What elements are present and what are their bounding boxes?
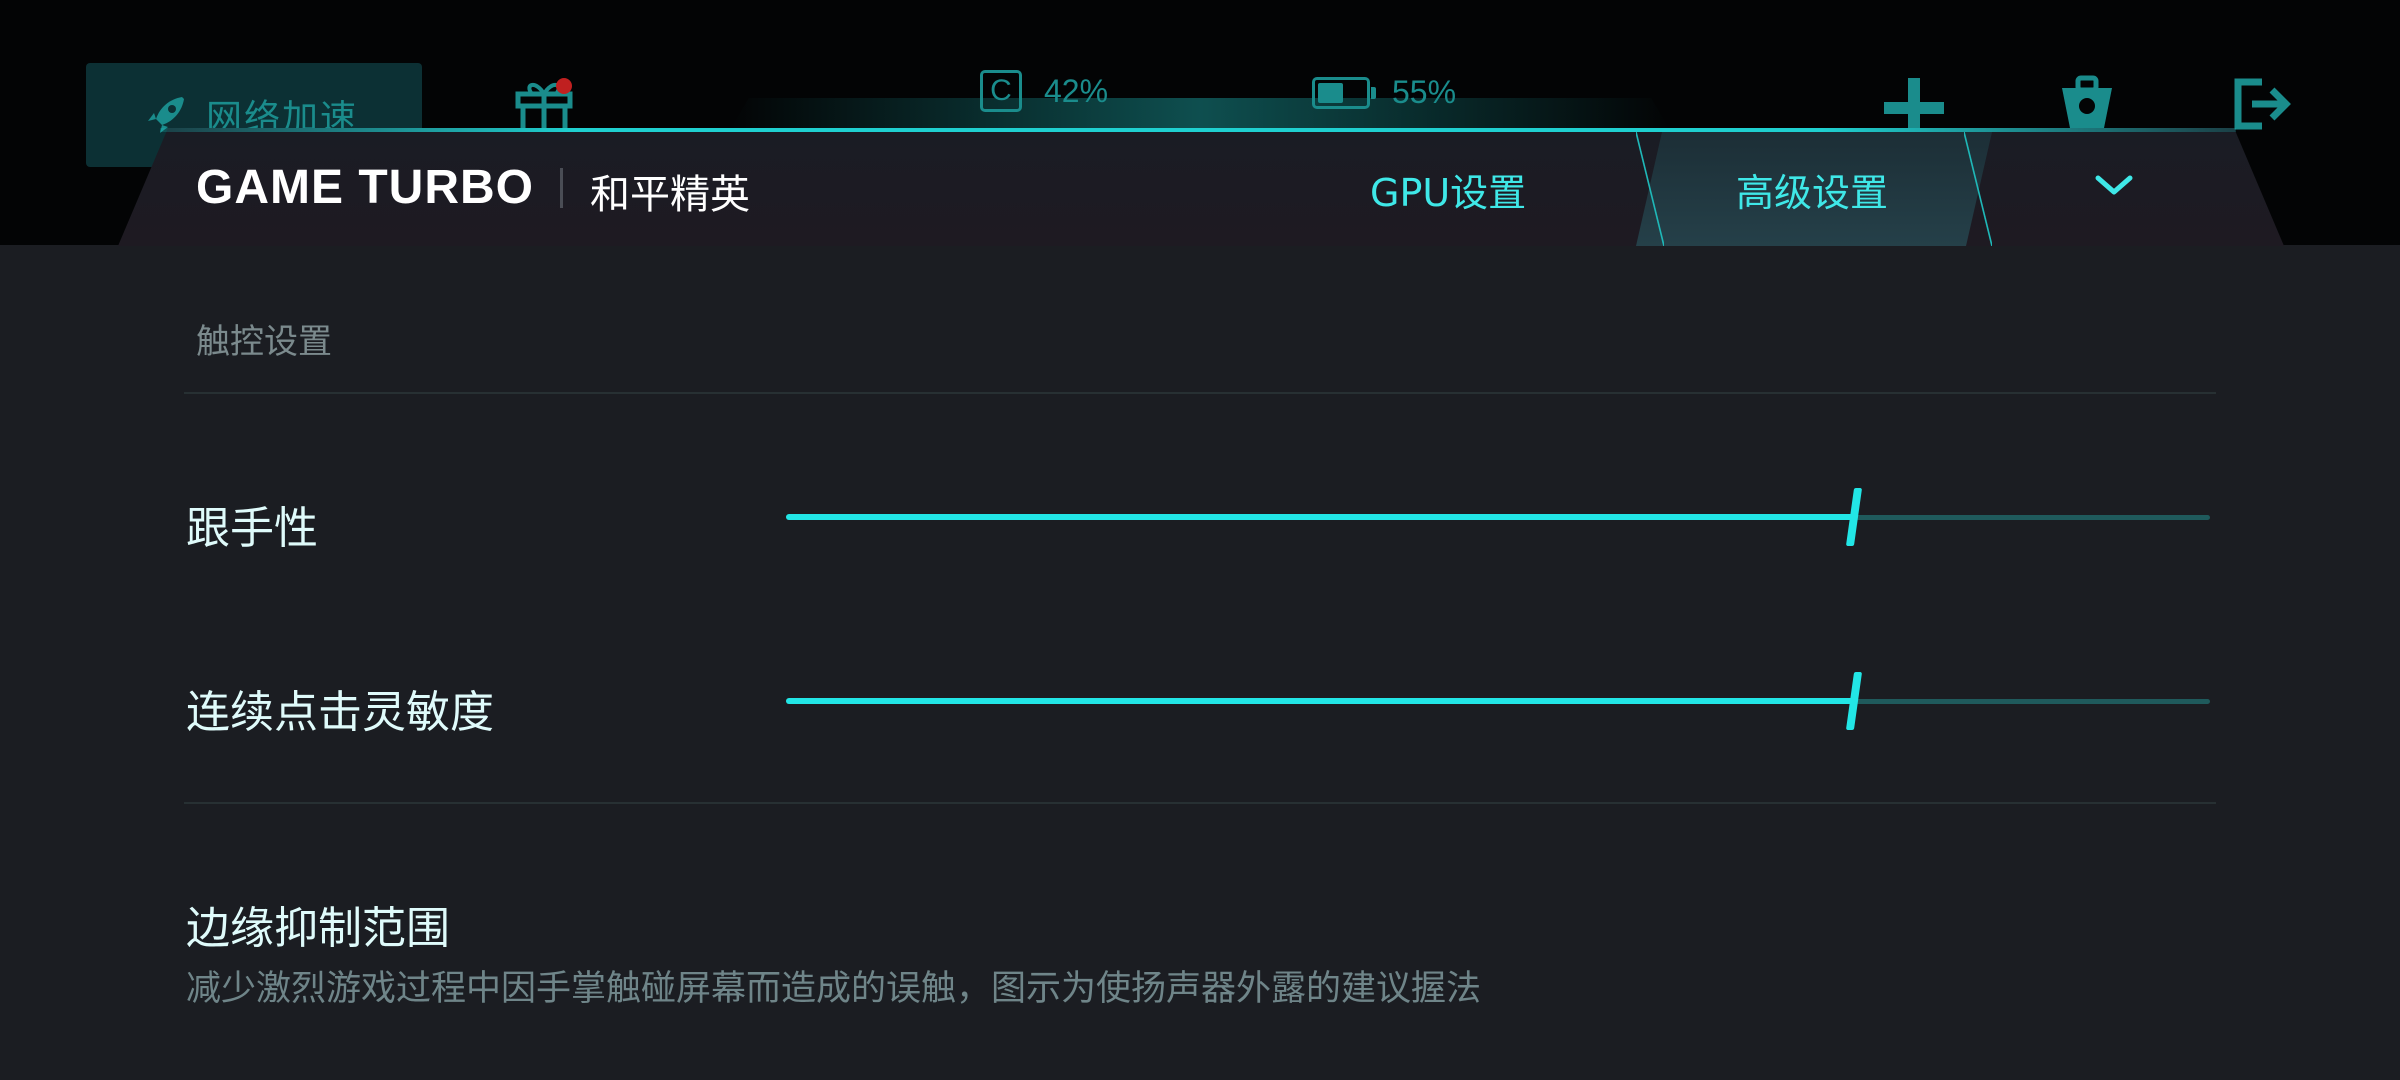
toolbar-glow — [730, 98, 1670, 130]
tap-sensitivity-label: 连续点击灵敏度 — [186, 687, 494, 738]
follow-hand-label: 跟手性 — [186, 503, 318, 554]
game-name: 和平精英 — [590, 172, 750, 218]
battery-fill — [1318, 82, 1343, 103]
follow-hand-slider[interactable] — [786, 488, 2210, 548]
touch-settings-heading: 触控设置 — [196, 322, 332, 362]
battery-level-value: 55% — [1392, 74, 1457, 110]
header-accent-line — [160, 128, 2236, 132]
edge-suppression-description: 减少激烈游戏过程中因手掌触碰屏幕而造成的误触，图示为使扬声器外露的建议握法 — [186, 969, 1482, 1009]
battery-status: 55% — [1312, 74, 1456, 111]
brand-title: GAME TURBO — [196, 161, 534, 214]
cpu-icon: C — [980, 70, 1022, 112]
divider — [184, 392, 2216, 394]
toolbox-icon[interactable] — [2054, 74, 2120, 134]
notification-dot — [556, 78, 572, 94]
active-tab-edge — [1964, 132, 1992, 246]
tap-sensitivity-slider[interactable] — [786, 672, 2210, 732]
slider-fill — [786, 514, 1854, 520]
cpu-usage: C 42% — [980, 70, 1108, 112]
edge-suppression-title[interactable]: 边缘抑制范围 — [186, 892, 450, 956]
slider-fill — [786, 698, 1854, 704]
cpu-usage-value: 42% — [1044, 72, 1109, 109]
brand-separator — [560, 168, 563, 208]
chevron-down-icon[interactable] — [2092, 170, 2136, 200]
tab-gpu-settings[interactable]: GPU设置 — [1370, 162, 1526, 217]
exit-icon[interactable] — [2232, 76, 2292, 132]
battery-icon — [1312, 76, 1376, 109]
tab-advanced-settings[interactable]: 高级设置 — [1736, 162, 1888, 217]
game-turbo-screen: 网络加速 C 42% 55% GAME TURBO 和平精英 GPU设置 高级设… — [0, 0, 2400, 1080]
active-tab-edge — [1636, 132, 1664, 246]
divider — [184, 802, 2216, 804]
